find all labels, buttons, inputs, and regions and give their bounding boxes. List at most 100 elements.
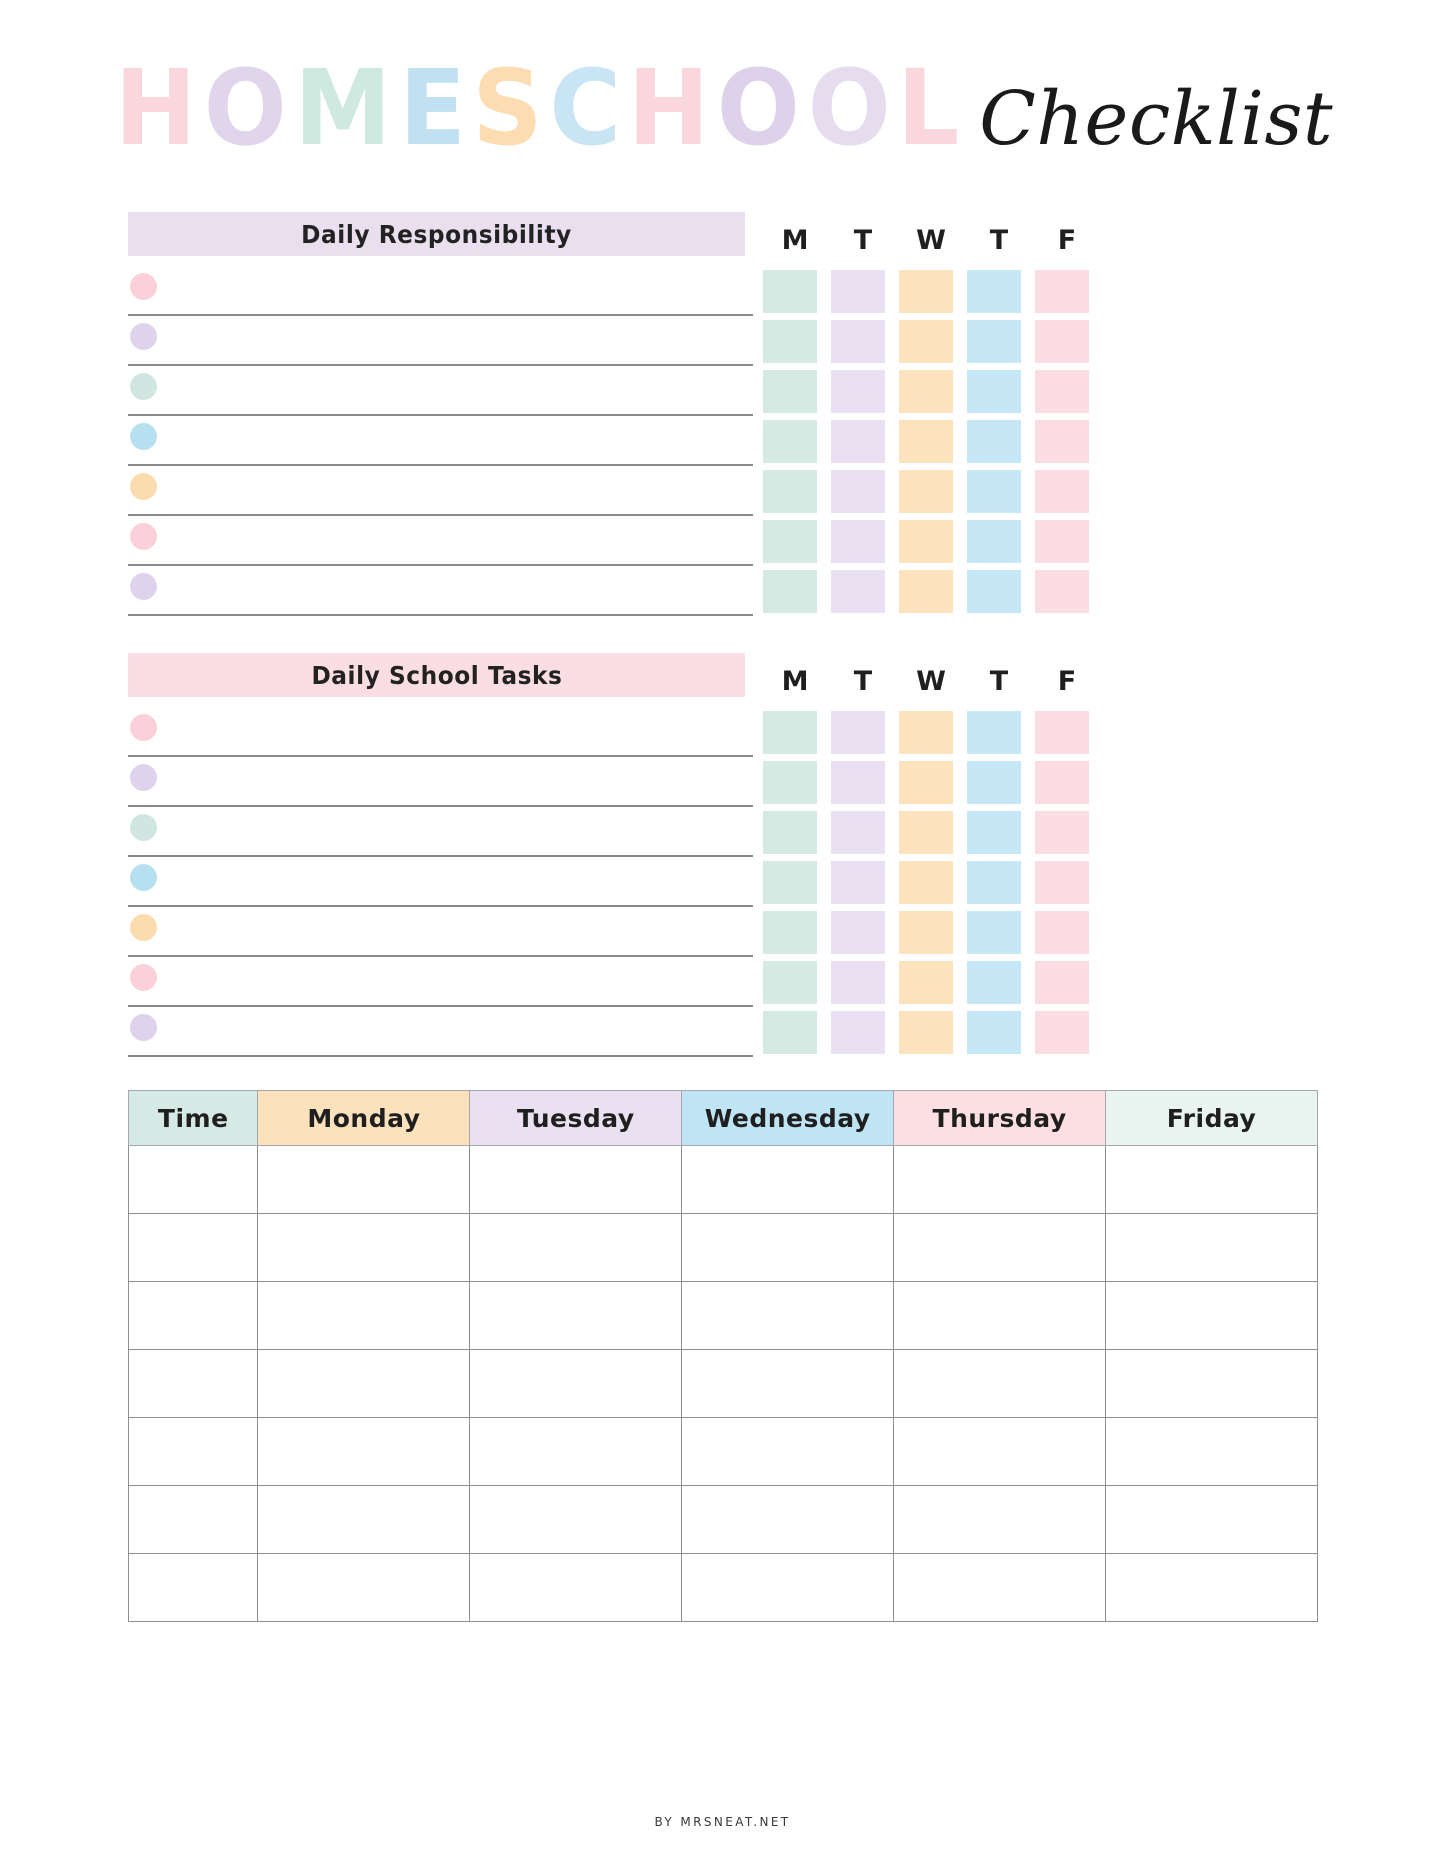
schedule-cell-6-1[interactable] xyxy=(257,1553,471,1622)
checkbox-T-6[interactable] xyxy=(967,1010,1021,1054)
task-line-row[interactable] xyxy=(128,566,753,616)
checkbox-T-5[interactable] xyxy=(967,519,1021,563)
task-line-row[interactable] xyxy=(128,857,753,907)
checkbox-W-3[interactable] xyxy=(899,419,953,463)
schedule-cell-3-2[interactable] xyxy=(469,1349,683,1418)
schedule-cell-1-1[interactable] xyxy=(257,1213,471,1282)
checkbox-W-5[interactable] xyxy=(899,519,953,563)
schedule-cell-3-5[interactable] xyxy=(1105,1349,1318,1418)
checkbox-T-5[interactable] xyxy=(831,960,885,1004)
checkbox-M-2[interactable] xyxy=(763,369,817,413)
schedule-cell-3-1[interactable] xyxy=(257,1349,471,1418)
checkbox-M-0[interactable] xyxy=(763,269,817,313)
checkbox-T-4[interactable] xyxy=(967,910,1021,954)
schedule-cell-4-5[interactable] xyxy=(1105,1417,1318,1486)
schedule-cell-5-2[interactable] xyxy=(469,1485,683,1554)
checkbox-T-6[interactable] xyxy=(831,569,885,613)
checkbox-F-4[interactable] xyxy=(1035,910,1089,954)
checkbox-T-2[interactable] xyxy=(967,810,1021,854)
checkbox-T-3[interactable] xyxy=(967,860,1021,904)
checkbox-M-6[interactable] xyxy=(763,1010,817,1054)
checkbox-M-4[interactable] xyxy=(763,910,817,954)
schedule-cell-6-3[interactable] xyxy=(681,1553,895,1622)
checkbox-T-0[interactable] xyxy=(831,269,885,313)
task-line-row[interactable] xyxy=(128,466,753,516)
checkbox-F-1[interactable] xyxy=(1035,760,1089,804)
schedule-cell-3-4[interactable] xyxy=(893,1349,1107,1418)
schedule-cell-0-5[interactable] xyxy=(1105,1145,1318,1214)
checkbox-T-4[interactable] xyxy=(831,910,885,954)
checkbox-M-5[interactable] xyxy=(763,960,817,1004)
task-line-row[interactable] xyxy=(128,757,753,807)
task-line-row[interactable] xyxy=(128,1007,753,1057)
schedule-cell-4-4[interactable] xyxy=(893,1417,1107,1486)
checkbox-T-6[interactable] xyxy=(967,569,1021,613)
checkbox-M-6[interactable] xyxy=(763,569,817,613)
checkbox-W-3[interactable] xyxy=(899,860,953,904)
schedule-cell-0-4[interactable] xyxy=(893,1145,1107,1214)
checkbox-F-4[interactable] xyxy=(1035,469,1089,513)
task-line-row[interactable] xyxy=(128,266,753,316)
schedule-cell-5-1[interactable] xyxy=(257,1485,471,1554)
schedule-cell-6-2[interactable] xyxy=(469,1553,683,1622)
schedule-cell-0-2[interactable] xyxy=(469,1145,683,1214)
task-line-row[interactable] xyxy=(128,516,753,566)
checkbox-M-1[interactable] xyxy=(763,760,817,804)
checkbox-T-5[interactable] xyxy=(967,960,1021,1004)
checkbox-F-2[interactable] xyxy=(1035,369,1089,413)
schedule-cell-1-2[interactable] xyxy=(469,1213,683,1282)
schedule-cell-2-1[interactable] xyxy=(257,1281,471,1350)
task-line-row[interactable] xyxy=(128,907,753,957)
schedule-cell-1-5[interactable] xyxy=(1105,1213,1318,1282)
checkbox-F-3[interactable] xyxy=(1035,419,1089,463)
checkbox-F-2[interactable] xyxy=(1035,810,1089,854)
checkbox-T-0[interactable] xyxy=(967,269,1021,313)
schedule-cell-6-4[interactable] xyxy=(893,1553,1107,1622)
schedule-cell-6-0[interactable] xyxy=(127,1553,259,1622)
task-line-row[interactable] xyxy=(128,807,753,857)
checkbox-W-4[interactable] xyxy=(899,469,953,513)
checkbox-T-0[interactable] xyxy=(831,710,885,754)
schedule-cell-6-5[interactable] xyxy=(1105,1553,1318,1622)
checkbox-T-4[interactable] xyxy=(831,469,885,513)
schedule-cell-0-3[interactable] xyxy=(681,1145,895,1214)
checkbox-W-6[interactable] xyxy=(899,1010,953,1054)
schedule-cell-4-1[interactable] xyxy=(257,1417,471,1486)
checkbox-W-2[interactable] xyxy=(899,369,953,413)
schedule-cell-4-3[interactable] xyxy=(681,1417,895,1486)
task-line-row[interactable] xyxy=(128,316,753,366)
schedule-cell-2-2[interactable] xyxy=(469,1281,683,1350)
schedule-cell-4-2[interactable] xyxy=(469,1417,683,1486)
checkbox-T-5[interactable] xyxy=(831,519,885,563)
task-line-row[interactable] xyxy=(128,957,753,1007)
checkbox-W-5[interactable] xyxy=(899,960,953,1004)
checkbox-M-1[interactable] xyxy=(763,319,817,363)
schedule-cell-5-4[interactable] xyxy=(893,1485,1107,1554)
schedule-cell-0-1[interactable] xyxy=(257,1145,471,1214)
schedule-cell-4-0[interactable] xyxy=(127,1417,259,1486)
checkbox-T-1[interactable] xyxy=(831,760,885,804)
checkbox-M-0[interactable] xyxy=(763,710,817,754)
checkbox-T-2[interactable] xyxy=(831,369,885,413)
checkbox-T-0[interactable] xyxy=(967,710,1021,754)
checkbox-T-2[interactable] xyxy=(831,810,885,854)
checkbox-F-0[interactable] xyxy=(1035,710,1089,754)
task-line-row[interactable] xyxy=(128,416,753,466)
checkbox-F-5[interactable] xyxy=(1035,960,1089,1004)
checkbox-W-6[interactable] xyxy=(899,569,953,613)
checkbox-M-3[interactable] xyxy=(763,419,817,463)
checkbox-T-3[interactable] xyxy=(831,860,885,904)
checkbox-W-4[interactable] xyxy=(899,910,953,954)
schedule-cell-3-3[interactable] xyxy=(681,1349,895,1418)
checkbox-F-1[interactable] xyxy=(1035,319,1089,363)
checkbox-F-0[interactable] xyxy=(1035,269,1089,313)
checkbox-W-0[interactable] xyxy=(899,269,953,313)
checkbox-T-2[interactable] xyxy=(967,369,1021,413)
schedule-cell-2-4[interactable] xyxy=(893,1281,1107,1350)
schedule-cell-1-0[interactable] xyxy=(127,1213,259,1282)
checkbox-T-6[interactable] xyxy=(831,1010,885,1054)
schedule-cell-1-4[interactable] xyxy=(893,1213,1107,1282)
checkbox-M-2[interactable] xyxy=(763,810,817,854)
checkbox-F-6[interactable] xyxy=(1035,569,1089,613)
checkbox-F-3[interactable] xyxy=(1035,860,1089,904)
